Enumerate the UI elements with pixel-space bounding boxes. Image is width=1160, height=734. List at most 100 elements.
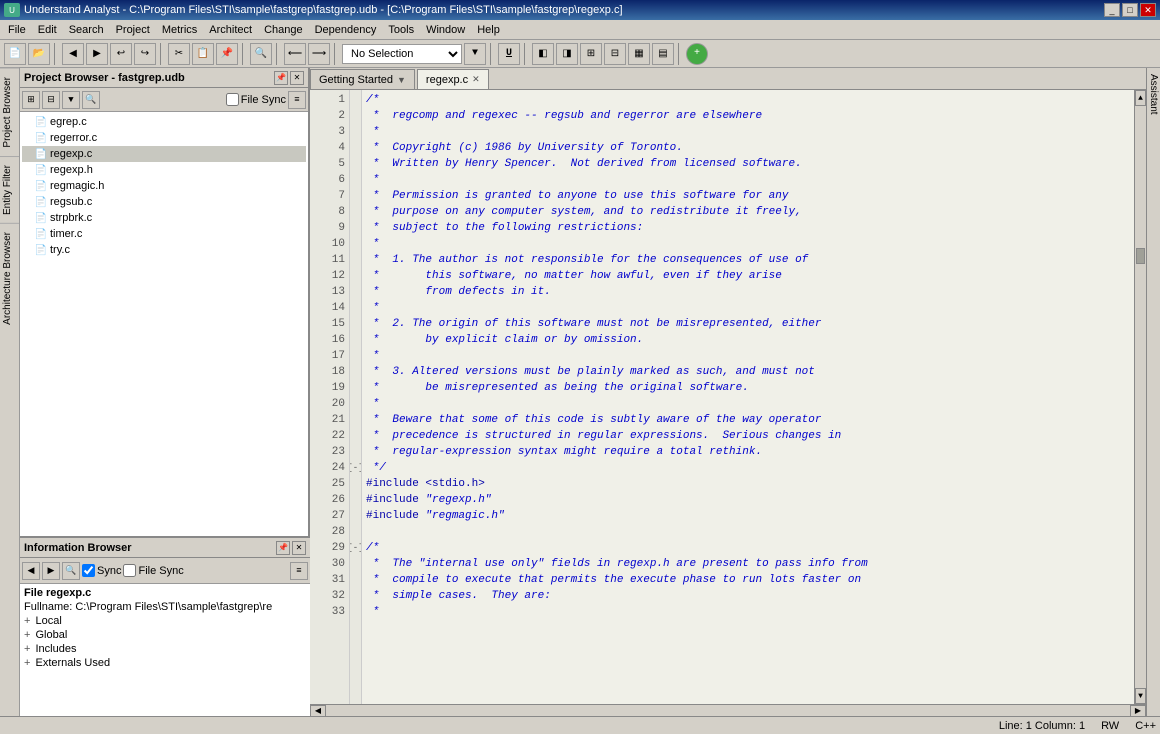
toolbar-dropdown-btn[interactable]: ▼ <box>464 43 486 65</box>
code-content[interactable]: /* * regcomp and regexec -- regsub and r… <box>362 90 1134 704</box>
horizontal-scrollbar[interactable]: ◀ ▶ <box>310 704 1146 716</box>
toolbar-nav-forward[interactable]: ⟶ <box>308 43 330 65</box>
toolbar-copy[interactable]: 📋 <box>192 43 214 65</box>
tree-item-regmagic[interactable]: 📄 regmagic.h <box>22 178 306 194</box>
close-button[interactable]: ✕ <box>1140 3 1156 17</box>
pb-filesync-input[interactable] <box>226 93 239 106</box>
scroll-up[interactable]: ▲ <box>1135 90 1146 106</box>
scroll-thumb[interactable] <box>1136 248 1145 264</box>
tab-getting-started[interactable]: Getting Started ▼ <box>310 69 415 89</box>
menu-architect[interactable]: Architect <box>203 22 258 38</box>
ib-filesync-checkbox[interactable]: File Sync <box>123 564 183 577</box>
expand-icon <box>24 132 34 144</box>
tab-regexp[interactable]: regexp.c ✕ <box>417 69 489 89</box>
tab-regexp-close[interactable]: ✕ <box>472 74 480 85</box>
tree-item-egrep[interactable]: 📄 egrep.c <box>22 114 306 130</box>
vtab-entity-filter[interactable]: Entity Filter <box>0 156 19 223</box>
toolbar-btn2[interactable]: ◨ <box>556 43 578 65</box>
toolbar-btn6[interactable]: ▤ <box>652 43 674 65</box>
toolbar-btn4[interactable]: ⊟ <box>604 43 626 65</box>
toolbar-back[interactable]: ◀ <box>62 43 84 65</box>
no-selection-dropdown[interactable]: No Selection <box>342 44 462 64</box>
fold-marker-29[interactable]: [-] <box>350 540 361 556</box>
toolbar-sep2 <box>160 43 164 65</box>
ib-close-button[interactable]: ✕ <box>292 541 306 555</box>
toolbar-sep6 <box>490 43 494 65</box>
toolbar-paste[interactable]: 📌 <box>216 43 238 65</box>
code-line-31: * compile to execute that permits the ex… <box>366 572 1130 588</box>
info-local[interactable]: + Local <box>24 614 306 628</box>
toolbar-btn3[interactable]: ⊞ <box>580 43 602 65</box>
ib-sync-input[interactable] <box>82 564 95 577</box>
toolbar-btn1[interactable]: ◧ <box>532 43 554 65</box>
pb-expand-all[interactable]: ⊞ <box>22 91 40 109</box>
menu-tools[interactable]: Tools <box>382 22 420 38</box>
menu-edit[interactable]: Edit <box>32 22 63 38</box>
menu-file[interactable]: File <box>2 22 32 38</box>
ib-menu[interactable]: ≡ <box>290 562 308 580</box>
pb-menu[interactable]: ≡ <box>288 91 306 109</box>
menu-search[interactable]: Search <box>63 22 110 38</box>
ib-filesync-input[interactable] <box>123 564 136 577</box>
menu-project[interactable]: Project <box>110 22 156 38</box>
menu-dependency[interactable]: Dependency <box>309 22 383 38</box>
tree-item-label: timer.c <box>50 228 82 240</box>
titlebar-buttons: _ □ ✕ <box>1104 3 1156 17</box>
info-fullname: Fullname: C:\Program Files\STI\sample\fa… <box>24 600 306 614</box>
minimize-button[interactable]: _ <box>1104 3 1120 17</box>
pb-search[interactable]: 🔍 <box>82 91 100 109</box>
toolbar-redo[interactable]: ↪ <box>134 43 156 65</box>
ib-forward[interactable]: ▶ <box>42 562 60 580</box>
toolbar-plus[interactable]: + <box>686 43 708 65</box>
tree-item-strpbrk[interactable]: 📄 strpbrk.c <box>22 210 306 226</box>
menu-window[interactable]: Window <box>420 22 471 38</box>
info-includes[interactable]: + Includes <box>24 642 306 656</box>
toolbar-forward[interactable]: ▶ <box>86 43 108 65</box>
ib-sync-checkbox[interactable]: Sync <box>82 564 121 577</box>
vertical-scrollbar[interactable]: ▲ ▼ <box>1134 90 1146 704</box>
toolbar-undo[interactable]: ↩ <box>110 43 132 65</box>
scroll-down[interactable]: ▼ <box>1135 688 1146 704</box>
pb-collapse-all[interactable]: ⊟ <box>42 91 60 109</box>
maximize-button[interactable]: □ <box>1122 3 1138 17</box>
toolbar-find[interactable]: 🔍 <box>250 43 272 65</box>
code-line-27: #include "regmagic.h" <box>366 508 1130 524</box>
code-line-19: * be misrepresented as being the origina… <box>366 380 1130 396</box>
tree-item-regsub[interactable]: 📄 regsub.c <box>22 194 306 210</box>
tree-item-regerror[interactable]: 📄 regerror.c <box>22 130 306 146</box>
tree-item-try[interactable]: 📄 try.c <box>22 242 306 258</box>
menu-change[interactable]: Change <box>258 22 309 38</box>
vtab-architecture-browser[interactable]: Architecture Browser <box>0 223 19 333</box>
info-global[interactable]: + Global <box>24 628 306 642</box>
pb-pin-button[interactable]: 📌 <box>274 71 288 85</box>
tree-item-timer[interactable]: 📄 timer.c <box>22 226 306 242</box>
pb-filter[interactable]: ▼ <box>62 91 80 109</box>
tree-item-regexph[interactable]: 📄 regexp.h <box>22 162 306 178</box>
vtab-assistant[interactable]: Assistant <box>1146 68 1160 121</box>
fold-marker-24[interactable]: [-] <box>350 460 361 476</box>
toolbar-new[interactable]: 📄 <box>4 43 26 65</box>
tab-getting-started-close[interactable]: ▼ <box>397 75 406 85</box>
toolbar-nav-back[interactable]: ⟵ <box>284 43 306 65</box>
project-tree[interactable]: 📄 egrep.c 📄 regerror.c 📄 regexp.c 📄 <box>20 112 308 536</box>
pb-filesync-checkbox[interactable]: File Sync <box>226 93 286 106</box>
toolbar-open[interactable]: 📂 <box>28 43 50 65</box>
scroll-right[interactable]: ▶ <box>1130 705 1146 717</box>
toolbar-cut[interactable]: ✂ <box>168 43 190 65</box>
ib-pin-button[interactable]: 📌 <box>276 541 290 555</box>
ib-search[interactable]: 🔍 <box>62 562 80 580</box>
menu-metrics[interactable]: Metrics <box>156 22 203 38</box>
toolbar-btn-u[interactable]: U <box>498 43 520 65</box>
ib-back[interactable]: ◀ <box>22 562 40 580</box>
vtab-project-browser[interactable]: Project Browser <box>0 68 19 156</box>
info-externals[interactable]: + Externals Used <box>24 656 306 670</box>
tree-item-label: try.c <box>50 244 70 256</box>
tree-item-label: regsub.c <box>50 196 92 208</box>
pb-close-button[interactable]: ✕ <box>290 71 304 85</box>
toolbar-btn5[interactable]: ▦ <box>628 43 650 65</box>
menu-help[interactable]: Help <box>471 22 506 38</box>
scroll-left[interactable]: ◀ <box>310 705 326 717</box>
code-line-3: * <box>366 124 1130 140</box>
tree-item-regexp[interactable]: 📄 regexp.c <box>22 146 306 162</box>
file-icon: 📄 <box>34 179 48 193</box>
